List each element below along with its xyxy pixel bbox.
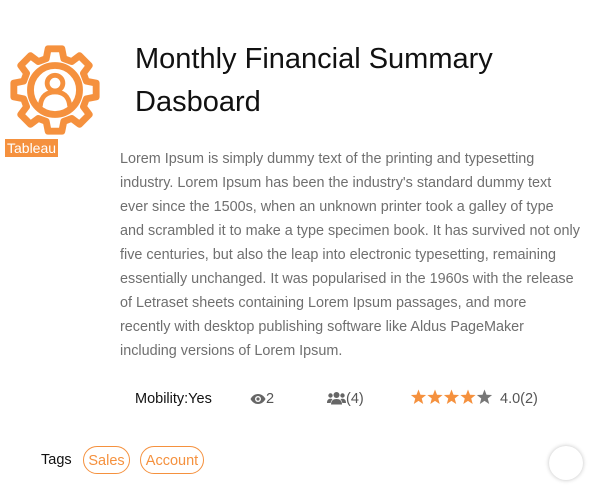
description: Lorem Ipsum is simply dummy text of the … xyxy=(120,151,580,359)
stats-row: Mobility:Yes 2 (4) 4.0(2) xyxy=(0,388,595,410)
eye-icon xyxy=(250,394,266,404)
tag-sales[interactable]: Sales xyxy=(83,446,130,474)
page-title: Monthly Financial Summary Dasboard xyxy=(135,43,493,118)
mobility-stat: Mobility:Yes xyxy=(135,391,212,407)
floating-action-button[interactable] xyxy=(549,446,583,480)
tags-label: Tags xyxy=(41,452,72,468)
users-icon xyxy=(327,392,346,405)
star-filled-icon xyxy=(460,389,476,404)
views-count: 2 xyxy=(266,391,275,407)
views-stat: 2 xyxy=(250,388,274,410)
tag-account[interactable]: Account xyxy=(140,446,204,474)
star-filled-icon xyxy=(427,389,443,404)
users-stat: (4) xyxy=(327,388,364,410)
users-count: (4) xyxy=(346,391,364,407)
star-filled-icon xyxy=(443,389,460,404)
star-filled-icon xyxy=(410,389,427,404)
rating-text: 4.0(2) xyxy=(500,391,538,407)
rating-stars xyxy=(410,389,493,404)
rating-stat: 4.0(2) xyxy=(410,388,538,410)
star-empty-icon xyxy=(476,389,493,404)
gear-user-logo-icon xyxy=(6,41,104,139)
tableau-badge: Tableau xyxy=(5,139,59,157)
